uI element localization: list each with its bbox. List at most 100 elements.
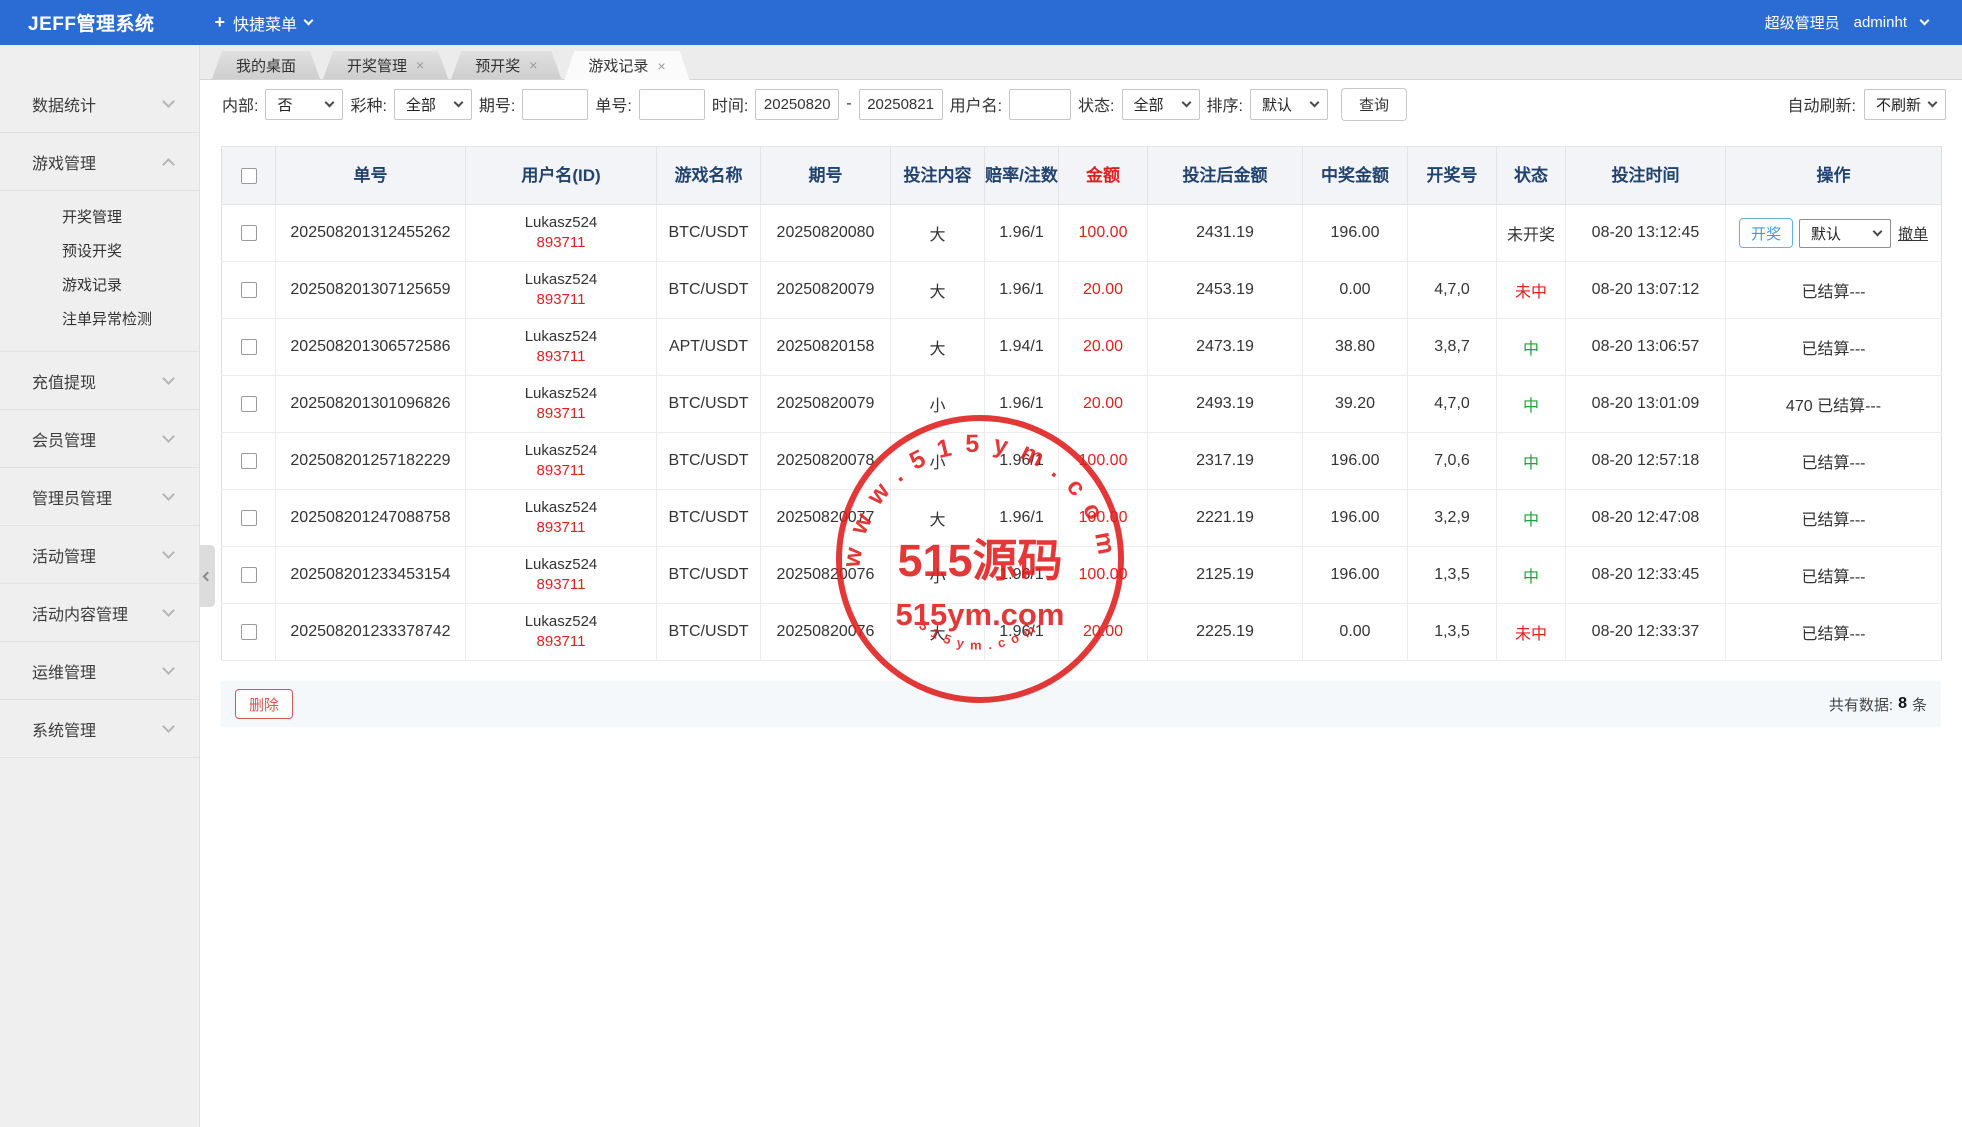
- issue-input[interactable]: [522, 89, 588, 120]
- sidebar-collapse-handle[interactable]: [200, 545, 215, 607]
- user-cell: Lukasz524893711: [466, 547, 657, 604]
- status-cell: 中: [1497, 433, 1566, 490]
- status-cell: 未开奖: [1497, 205, 1566, 262]
- table-row: 202508201307125659Lukasz524893711BTC/USD…: [222, 262, 1942, 319]
- bet-time-cell: 08-20 12:47:08: [1566, 490, 1726, 547]
- chevron-down-icon: [453, 98, 463, 108]
- row-checkbox[interactable]: [241, 510, 257, 526]
- time-to-input[interactable]: [859, 89, 943, 120]
- sidebar-item-运维管理[interactable]: 运维管理: [0, 642, 199, 700]
- order-no-cell: 202508201247088758: [276, 490, 466, 547]
- col-header-用户名(ID): 用户名(ID): [466, 147, 657, 205]
- row-checkbox[interactable]: [241, 624, 257, 640]
- col-header-操作: 操作: [1726, 147, 1942, 205]
- odds-cell: 1.96/1: [985, 490, 1059, 547]
- tab-label: 开奖管理: [347, 55, 407, 76]
- amount-cell: 100.00: [1059, 490, 1148, 547]
- user-cell: Lukasz524893711: [466, 376, 657, 433]
- sidebar-item-数据统计[interactable]: 数据统计: [0, 75, 199, 133]
- user-id: 893711: [470, 290, 652, 310]
- amount-cell: 20.00: [1059, 376, 1148, 433]
- username: Lukasz524: [470, 384, 652, 404]
- draw-mode-select[interactable]: 默认: [1799, 219, 1891, 248]
- sidebar-item-会员管理[interactable]: 会员管理: [0, 410, 199, 468]
- draw-button[interactable]: 开奖: [1739, 218, 1793, 248]
- sidebar-item-活动管理[interactable]: 活动管理: [0, 526, 199, 584]
- order-no-cell: 202508201307125659: [276, 262, 466, 319]
- balance-after-cell: 2125.19: [1148, 547, 1303, 604]
- username-label: 用户名:: [950, 92, 1002, 116]
- odds-cell: 1.96/1: [985, 205, 1059, 262]
- time-from-input[interactable]: [755, 89, 839, 120]
- sidebar-item-活动内容管理[interactable]: 活动内容管理: [0, 584, 199, 642]
- issue-no-cell: 20250820080: [761, 205, 891, 262]
- user-id: 893711: [470, 347, 652, 367]
- order-input[interactable]: [639, 89, 705, 120]
- quick-menu-button[interactable]: + 快捷菜单: [214, 11, 312, 35]
- sidebar-item-系统管理[interactable]: 系统管理: [0, 700, 199, 758]
- draw-no-cell: 1,3,5: [1408, 604, 1497, 661]
- odds-cell: 1.96/1: [985, 262, 1059, 319]
- win-amount-cell: 38.80: [1303, 319, 1408, 376]
- user-cell: Lukasz524893711: [466, 319, 657, 376]
- select-all-checkbox[interactable]: [241, 168, 257, 184]
- select-all-cell: [222, 147, 276, 205]
- delete-button[interactable]: 删除: [235, 689, 293, 719]
- tab-我的桌面[interactable]: 我的桌面: [212, 51, 320, 79]
- col-header-赔率/注数: 赔率/注数: [985, 147, 1059, 205]
- row-checkbox[interactable]: [241, 453, 257, 469]
- table-footer-bar: 删除 共有数据: 8 条: [221, 681, 1941, 727]
- action-cell: 已结算---: [1726, 319, 1942, 376]
- total-count: 共有数据: 8 条: [1829, 694, 1927, 715]
- amount-cell: 100.00: [1059, 433, 1148, 490]
- status-cell: 中: [1497, 547, 1566, 604]
- search-button[interactable]: 查询: [1341, 88, 1407, 121]
- chevron-down-icon: [1873, 227, 1883, 237]
- tab-游戏记录[interactable]: 游戏记录×: [564, 51, 689, 80]
- table-row: 202508201247088758Lukasz524893711BTC/USD…: [222, 490, 1942, 547]
- cancel-order-link[interactable]: 撤单: [1898, 226, 1928, 243]
- lottery-select[interactable]: 全部: [394, 89, 472, 120]
- status-cell: 未中: [1497, 262, 1566, 319]
- sidebar-subitem-预设开奖[interactable]: 预设开奖: [0, 235, 199, 269]
- sidebar-item-管理员管理[interactable]: 管理员管理: [0, 468, 199, 526]
- status-select[interactable]: 全部: [1122, 89, 1200, 120]
- row-checkbox[interactable]: [241, 567, 257, 583]
- bet-content-cell: 大: [891, 604, 985, 661]
- internal-select[interactable]: 否: [265, 89, 343, 120]
- sidebar-item-游戏管理[interactable]: 游戏管理: [0, 133, 199, 191]
- user-menu[interactable]: adminht: [1854, 14, 1907, 31]
- issue-no-cell: 20250820077: [761, 490, 891, 547]
- balance-after-cell: 2221.19: [1148, 490, 1303, 547]
- tab-预开奖[interactable]: 预开奖×: [451, 51, 561, 79]
- balance-after-cell: 2225.19: [1148, 604, 1303, 661]
- sidebar-item-label: 游戏管理: [32, 150, 96, 174]
- balance-after-cell: 2453.19: [1148, 262, 1303, 319]
- chevron-down-icon: [162, 720, 175, 733]
- sidebar-subitem-注单异常检测[interactable]: 注单异常检测: [0, 303, 199, 337]
- sidebar-subitem-游戏记录[interactable]: 游戏记录: [0, 269, 199, 303]
- draw-no-cell: 7,0,6: [1408, 433, 1497, 490]
- sidebar-subitem-开奖管理[interactable]: 开奖管理: [0, 201, 199, 235]
- order-no-cell: 202508201306572586: [276, 319, 466, 376]
- row-checkbox[interactable]: [241, 396, 257, 412]
- row-checkbox[interactable]: [241, 339, 257, 355]
- row-select-cell: [222, 319, 276, 376]
- main-area: 我的桌面开奖管理×预开奖×游戏记录× 内部: 否 彩种: 全部 期号: 单号: …: [200, 45, 1962, 1127]
- chevron-down-icon: [1920, 16, 1930, 26]
- row-checkbox[interactable]: [241, 225, 257, 241]
- action-cell: 已结算---: [1726, 262, 1942, 319]
- close-icon[interactable]: ×: [529, 58, 537, 72]
- sidebar-item-充值提现[interactable]: 充值提现: [0, 352, 199, 410]
- close-icon[interactable]: ×: [416, 58, 424, 72]
- auto-refresh-select[interactable]: 不刷新: [1864, 89, 1946, 120]
- balance-after-cell: 2493.19: [1148, 376, 1303, 433]
- close-icon[interactable]: ×: [657, 59, 665, 73]
- username: Lukasz524: [470, 441, 652, 461]
- username-input[interactable]: [1009, 89, 1071, 120]
- time-separator: -: [846, 95, 851, 113]
- win-amount-cell: 0.00: [1303, 604, 1408, 661]
- sort-select[interactable]: 默认: [1250, 89, 1328, 120]
- row-checkbox[interactable]: [241, 282, 257, 298]
- tab-开奖管理[interactable]: 开奖管理 ×: [323, 51, 448, 79]
